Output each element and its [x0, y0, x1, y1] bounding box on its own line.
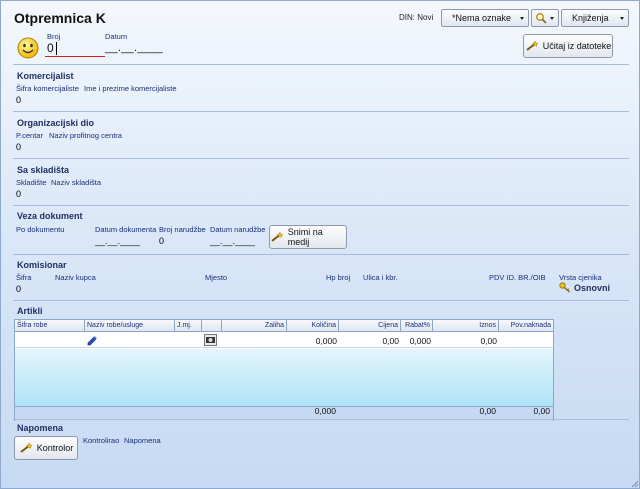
column-header-rabat[interactable]: Rabat%	[401, 320, 433, 332]
row-iznos[interactable]: 0,00	[433, 336, 497, 346]
vrsta-cjenika-link[interactable]: Osnovni	[559, 282, 610, 293]
naziv-kupca-label: Naziv kupca	[55, 273, 96, 282]
column-header-kolicina[interactable]: Količina	[287, 320, 339, 332]
divider	[13, 419, 629, 420]
ucitaj-label: Učitaj iz datoteke	[542, 41, 612, 51]
total-iznos: 0,00	[479, 406, 496, 416]
pencil-icon[interactable]	[87, 335, 98, 346]
hp-broj-label: Hp broj	[326, 273, 351, 282]
din-status: DIN: Novi	[399, 13, 434, 22]
ucitaj-iz-datoteke-button[interactable]: Učitaj iz datoteke	[523, 34, 613, 58]
vrsta-cjenika-label: Vrsta cjenika	[559, 273, 602, 282]
divider	[13, 300, 629, 301]
chevron-down-icon	[620, 17, 624, 20]
row-rabat[interactable]: 0,000	[401, 336, 431, 346]
skladiste-label: Skladište	[16, 178, 47, 187]
ulica-label: Ulica i kbr.	[363, 273, 398, 282]
knjizenja-dropdown[interactable]: Knjiženja	[561, 9, 629, 27]
text-cursor	[56, 42, 57, 55]
napomena-section-title: Napomena	[17, 423, 64, 433]
wand-icon	[20, 442, 33, 453]
divider	[13, 254, 629, 255]
po-dokumentu-label: Po dokumentu	[16, 225, 65, 234]
snimi-na-medij-button[interactable]: Snimi na medij	[269, 225, 347, 249]
kontrolor-button[interactable]: Kontrolor	[14, 436, 78, 460]
key-icon	[559, 282, 571, 293]
divider	[13, 64, 629, 65]
pcentar-label: P.centar	[16, 131, 43, 140]
datum-label: Datum	[105, 32, 128, 41]
column-header-iznos[interactable]: Iznos	[433, 320, 499, 332]
broj-narudzbe-value[interactable]: 0	[159, 236, 164, 246]
column-header-sifra-robe[interactable]: Šifra robe	[15, 320, 85, 332]
pcentar-value[interactable]: 0	[16, 142, 21, 152]
total-pov-naknada: 0,00	[533, 406, 550, 416]
naziv-skladista-label: Naziv skladišta	[51, 178, 102, 187]
napomena-label: Napomena	[124, 436, 161, 445]
datum-narudzbe-input[interactable]: __.__.____	[210, 236, 255, 246]
datum-dokumenta-label: Datum dokumenta	[95, 225, 157, 234]
artikli-section-title: Artikli	[17, 306, 43, 316]
column-header-zaliha[interactable]: Zaliha	[222, 320, 287, 332]
skladiste-value[interactable]: 0	[16, 189, 21, 199]
broj-input[interactable]: 0	[45, 41, 105, 57]
broj-label: Broj	[47, 32, 61, 41]
resize-grip-icon[interactable]	[629, 478, 639, 488]
column-header-jmj[interactable]: J.mj.	[175, 320, 202, 332]
column-header-cijena[interactable]: Cijena	[339, 320, 401, 332]
oznake-dropdown-value: *Nema oznake	[452, 13, 512, 23]
kontrolor-label: Kontrolor	[36, 443, 74, 453]
datum-input[interactable]: __.__.____	[105, 42, 163, 54]
column-header-naziv-robe[interactable]: Naziv robe/usluge	[85, 320, 175, 332]
divider	[13, 205, 629, 206]
knjizenja-label: Knjiženja	[572, 13, 609, 23]
chevron-down-icon	[550, 17, 554, 20]
otpremnica-window: Otpremnica K DIN: Novi *Nema oznake Knji…	[0, 0, 640, 489]
veza-section-title: Veza dokument	[17, 211, 83, 221]
row-cijena[interactable]: 0,00	[339, 336, 399, 346]
oznake-dropdown[interactable]: *Nema oznake	[441, 9, 529, 27]
smiley-icon	[17, 37, 39, 59]
camera-icon[interactable]	[204, 334, 217, 346]
komisionar-section-title: Komisionar	[17, 260, 67, 270]
wand-icon	[271, 231, 284, 242]
sifra-label: Šifra	[16, 273, 32, 282]
pdv-label: PDV ID. BR./OIB	[489, 273, 546, 282]
ime-komercijaliste-label: Ime i prezime komercijaliste	[84, 84, 177, 93]
datum-narudzbe-label: Datum narudžbe	[210, 225, 266, 234]
divider	[13, 158, 629, 159]
row-kolicina[interactable]: 0,000	[287, 336, 337, 346]
skladista-section-title: Sa skladišta	[17, 165, 70, 175]
column-header-icon[interactable]	[202, 320, 222, 332]
mjesto-label: Mjesto	[205, 273, 228, 282]
total-kolicina: 0,000	[314, 406, 336, 416]
snimi-label: Snimi na medij	[287, 227, 323, 247]
divider	[13, 111, 629, 112]
sifra-value[interactable]: 0	[16, 284, 21, 294]
chevron-down-icon	[520, 17, 524, 20]
grid-empty-area	[15, 349, 553, 406]
broj-narudzbe-label: Broj narudžbe	[159, 225, 206, 234]
datum-dokumenta-input[interactable]: __.__.____	[95, 236, 140, 246]
search-icon	[536, 13, 547, 24]
broj-input-value: 0	[47, 41, 54, 55]
org-section-title: Organizacijski dio	[17, 118, 95, 128]
kontrolirao-label: Kontrolirao	[83, 436, 120, 445]
column-header-pov-naknada[interactable]: Pov.naknada	[499, 320, 553, 332]
naziv-profitnog-centra-label: Naziv profitnog centra	[49, 131, 122, 140]
page-title: Otpremnica K	[14, 10, 106, 26]
sifra-komercijaliste-label: Šifra komercijaliste	[16, 84, 79, 93]
wand-icon	[526, 40, 539, 51]
vrsta-cjenika-value: Osnovni	[574, 282, 611, 293]
komercijalist-value[interactable]: 0	[16, 95, 21, 105]
search-dropdown-button[interactable]	[531, 9, 559, 27]
komercijalist-section-title: Komercijalist	[17, 71, 74, 81]
